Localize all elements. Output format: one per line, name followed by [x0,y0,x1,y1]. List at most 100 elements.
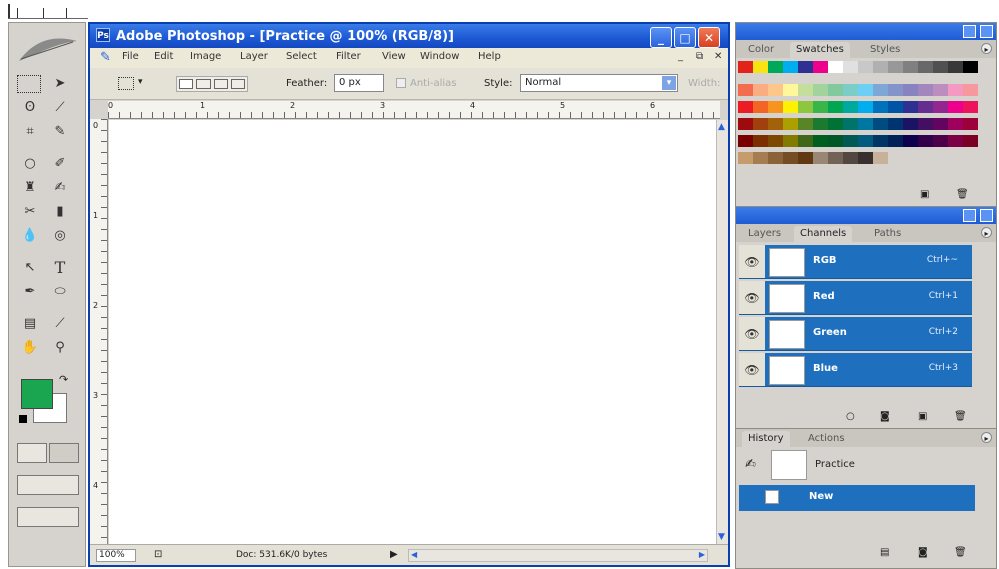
document-canvas[interactable] [109,120,720,544]
color-swatch[interactable] [753,84,768,96]
color-swatch[interactable] [963,61,978,73]
color-swatch[interactable] [798,101,813,113]
trash-icon[interactable]: 🗑 [954,547,967,558]
color-swatch[interactable] [888,84,903,96]
color-swatch[interactable] [903,118,918,130]
color-swatch[interactable] [933,84,948,96]
panel-titlebar[interactable] [736,23,996,40]
new-swatch-icon[interactable]: ▣ [920,189,929,200]
color-swatch[interactable] [738,118,753,130]
blur-tool-icon[interactable]: 💧 [17,225,43,245]
color-swatch[interactable] [963,84,978,96]
color-swatch[interactable] [873,135,888,147]
trash-icon[interactable]: 🗑 [954,411,967,422]
healing-brush-icon[interactable]: ○ [17,153,43,173]
color-swatch[interactable] [783,118,798,130]
color-swatch[interactable] [843,61,858,73]
color-swatch[interactable] [813,61,828,73]
scroll-right-icon[interactable]: ▶ [699,550,705,559]
move-tool-icon[interactable]: ➤ [47,73,73,93]
load-selection-icon[interactable]: ○ [846,411,855,422]
color-swatch[interactable] [858,152,873,164]
slice-tool-icon[interactable]: ✎ [47,121,73,141]
color-swatch[interactable] [798,61,813,73]
panel-minimize-icon[interactable] [963,209,976,222]
new-document-icon[interactable]: ▤ [880,547,889,558]
panel-close-icon[interactable] [980,25,993,38]
feather-menu-icon[interactable]: ✎ [100,50,111,65]
standard-mode-icon[interactable] [17,443,47,463]
feather-input[interactable]: 0 px [334,74,384,92]
color-swatch[interactable] [918,118,933,130]
quickmask-mode-icon[interactable] [49,443,79,463]
intersect-selection-icon[interactable] [230,79,245,89]
status-menu-arrow-icon[interactable]: ▶ [390,549,398,560]
panel-menu-icon[interactable]: ▸ [981,432,992,443]
tab-layers[interactable]: Layers [742,226,787,242]
color-swatch[interactable] [783,135,798,147]
color-swatch[interactable] [753,61,768,73]
pen-tool-icon[interactable]: ✒ [17,281,43,301]
tab-channels[interactable]: Channels [794,226,853,242]
color-swatch[interactable] [783,61,798,73]
color-swatch[interactable] [783,101,798,113]
minimize-icon[interactable]: _ [650,27,672,48]
selection-mode-buttons[interactable] [176,76,248,92]
color-swatch[interactable] [948,135,963,147]
color-swatch[interactable] [828,61,843,73]
channel-row[interactable]: 👁 Blue Ctrl+3 [739,353,972,387]
menu-file[interactable]: File [122,51,139,62]
default-colors-icon[interactable] [19,415,27,423]
color-swatch[interactable] [948,84,963,96]
color-swatch[interactable] [738,84,753,96]
color-swatch[interactable] [828,152,843,164]
color-swatch[interactable] [933,101,948,113]
snapshot-row[interactable]: ✍ Practice [739,449,991,483]
chevron-down-icon[interactable]: ▾ [662,76,676,90]
history-brush-icon[interactable]: ✍ [745,457,756,472]
new-channel-icon[interactable]: ▣ [918,411,927,422]
tab-styles[interactable]: Styles [864,42,906,58]
eraser-tool-icon[interactable]: ✂ [17,201,43,221]
subtract-selection-icon[interactable] [213,79,228,89]
menu-view[interactable]: View [382,51,406,62]
color-swatch[interactable] [768,101,783,113]
menu-image[interactable]: Image [190,51,221,62]
eye-icon[interactable]: 👁 [739,353,765,386]
color-swatch[interactable] [888,118,903,130]
marquee-preset-icon[interactable] [118,77,134,90]
marquee-tool-icon[interactable] [17,75,41,93]
color-swatch[interactable] [813,118,828,130]
history-state-row[interactable]: New [739,485,975,511]
color-swatch[interactable] [843,135,858,147]
color-swatch[interactable] [918,135,933,147]
color-swatch[interactable] [828,118,843,130]
eyedropper-icon[interactable]: ⟋ [47,313,73,333]
color-swatch[interactable] [798,84,813,96]
scroll-up-icon[interactable]: ▲ [718,122,725,132]
brush-tool-icon[interactable]: ✐ [47,153,73,173]
color-swatch[interactable] [903,61,918,73]
color-swatch[interactable] [963,118,978,130]
color-swatch[interactable] [753,118,768,130]
doc-minimize-icon[interactable]: _ [678,51,683,62]
panel-minimize-icon[interactable] [963,25,976,38]
color-swatch[interactable] [843,84,858,96]
menu-window[interactable]: Window [420,51,459,62]
tab-paths[interactable]: Paths [868,226,907,242]
history-brush-icon[interactable]: ✍ [47,177,73,197]
panel-menu-icon[interactable]: ▸ [981,227,992,238]
menu-edit[interactable]: Edit [154,51,173,62]
color-swatch[interactable] [873,118,888,130]
color-swatch[interactable] [768,135,783,147]
color-swatch[interactable] [873,61,888,73]
vertical-scrollbar[interactable]: ▲ ▼ [716,120,728,544]
lasso-tool-icon[interactable]: ʘ [17,97,43,117]
channel-row[interactable]: 👁 RGB Ctrl+~ [739,245,972,279]
gradient-tool-icon[interactable]: ▮ [47,201,73,221]
hand-tool-icon[interactable]: ✋ [17,337,43,357]
color-swatch[interactable] [873,101,888,113]
new-selection-icon[interactable] [179,79,194,89]
color-swatch[interactable] [768,61,783,73]
scroll-down-icon[interactable]: ▼ [718,532,725,542]
